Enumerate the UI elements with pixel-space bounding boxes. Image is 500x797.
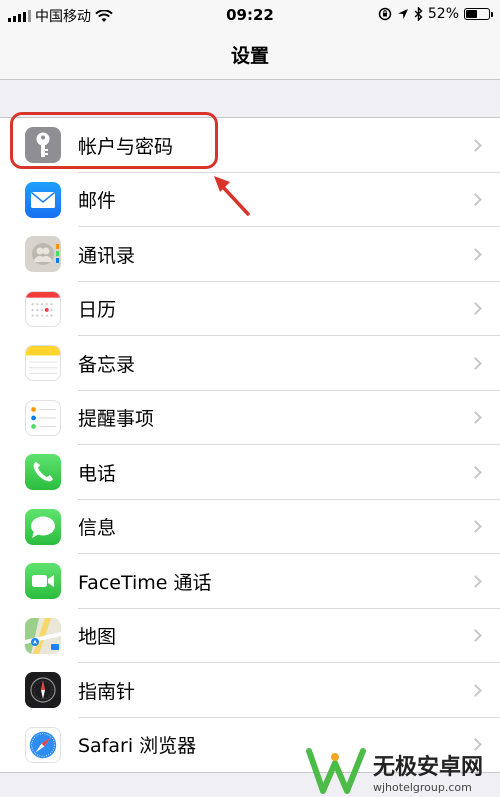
settings-item-label: Safari 浏览器 (78, 735, 197, 758)
chevron-right-icon (469, 520, 482, 534)
chevron-right-icon (469, 574, 482, 588)
settings-item-maps[interactable]: 地图 (0, 609, 500, 664)
facetime-icon (25, 563, 61, 599)
watermark-title: 无极安卓网 (373, 754, 484, 780)
status-right: 52% (378, 6, 493, 22)
battery-level-fill (466, 10, 477, 18)
navigation-bar: 设置 (0, 30, 500, 80)
chevron-right-icon (469, 193, 482, 207)
settings-item-calendar[interactable]: 日历 (0, 282, 500, 337)
settings-item-label: 信息 (78, 517, 117, 540)
watermark-url: wjhotelgroup.com (373, 780, 472, 794)
battery-icon (464, 8, 493, 20)
chevron-right-icon (469, 247, 482, 261)
chevron-right-icon (469, 629, 482, 643)
settings-item-facetime[interactable]: FaceTime 通话 (0, 554, 500, 609)
page-title: 设置 (230, 45, 269, 67)
chevron-right-icon (469, 138, 482, 152)
highlight-box (10, 112, 218, 169)
settings-item-label: 日历 (78, 299, 117, 322)
chevron-right-icon (469, 302, 482, 316)
watermark-logo-icon (306, 748, 366, 794)
location-icon (397, 9, 408, 19)
settings-item-label: 邮件 (78, 190, 117, 213)
status-bar: 中国移动 09:22 52% (0, 0, 500, 30)
chevron-right-icon (469, 411, 482, 425)
maps-icon (25, 617, 61, 654)
watermark: 无极安卓网 wjhotelgroup.com (305, 745, 500, 797)
safari-icon (25, 726, 61, 763)
chevron-right-icon (469, 465, 482, 479)
settings-item-label: 通讯录 (78, 244, 136, 267)
mail-icon (25, 181, 61, 218)
bluetooth-icon (414, 7, 423, 21)
contacts-icon (25, 236, 61, 272)
watermark-text: 无极安卓网 wjhotelgroup.com (373, 749, 483, 794)
battery-percent: 52% (427, 6, 459, 22)
settings-item-notes[interactable]: 备忘录 (0, 336, 500, 391)
settings-item-label: 电话 (78, 462, 117, 485)
orientation-lock-icon (378, 7, 392, 21)
settings-item-label: 地图 (78, 626, 117, 649)
settings-item-compass[interactable]: 指南针 (0, 663, 500, 718)
reminders-icon (25, 399, 61, 436)
settings-item-label: FaceTime 通话 (78, 571, 212, 594)
messages-icon (25, 508, 61, 545)
settings-item-label: 指南针 (78, 680, 136, 703)
settings-item-label: 提醒事项 (78, 408, 155, 431)
settings-item-label: 备忘录 (78, 353, 136, 376)
chevron-right-icon (469, 683, 482, 697)
settings-item-contacts[interactable]: 通讯录 (0, 227, 500, 282)
phone-icon (25, 454, 61, 490)
compass-icon (25, 672, 61, 708)
settings-item-messages[interactable]: 信息 (0, 500, 500, 555)
settings-item-reminders[interactable]: 提醒事项 (0, 391, 500, 446)
settings-item-phone[interactable]: 电话 (0, 445, 500, 500)
notes-icon (25, 345, 61, 381)
chevron-right-icon (469, 356, 482, 370)
arrow-icon (214, 176, 250, 216)
calendar-icon (25, 290, 61, 327)
